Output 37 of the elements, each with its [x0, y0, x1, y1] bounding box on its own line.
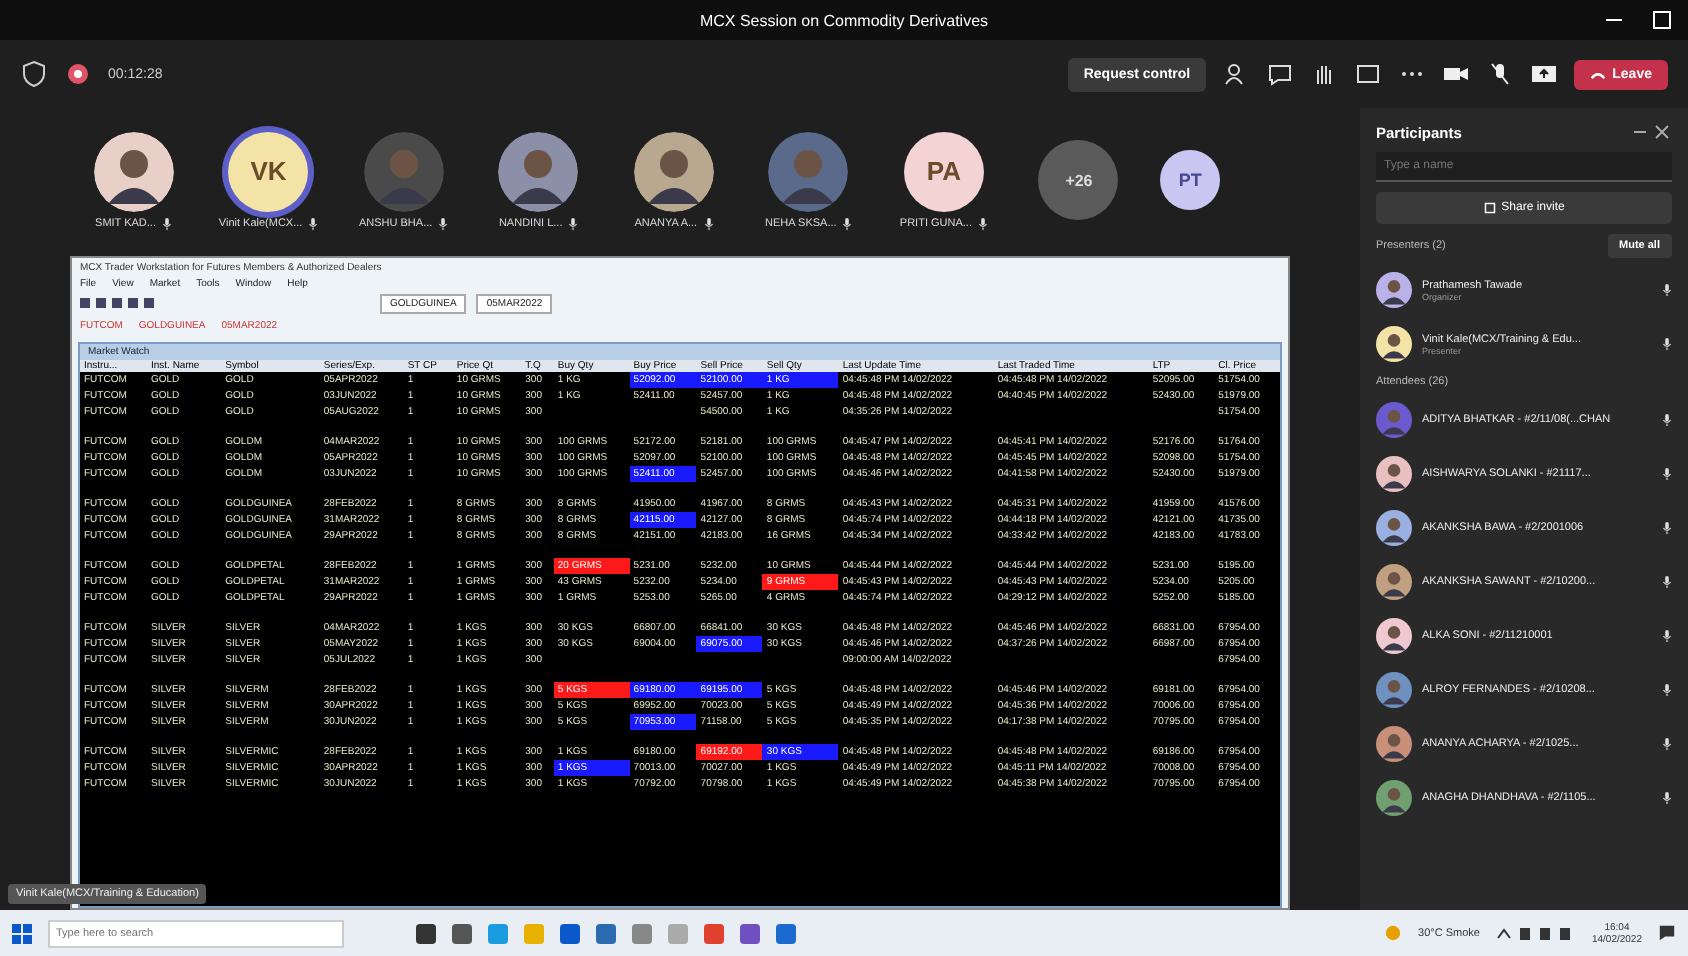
mic-icon — [568, 217, 579, 229]
notification-icon[interactable] — [1658, 924, 1676, 942]
mic-icon — [1662, 630, 1672, 642]
mic-icon — [308, 217, 319, 229]
mic-icon — [1662, 468, 1672, 480]
toolbar-drawing — [80, 296, 160, 312]
maximize-icon[interactable] — [1648, 6, 1676, 34]
start-icon[interactable] — [12, 923, 32, 943]
window-title: MCX Session on Commodity Derivatives — [699, 11, 989, 29]
rooms-icon[interactable] — [1354, 60, 1383, 88]
recording-icon — [64, 60, 92, 88]
avatar: PA — [903, 131, 984, 211]
mic-icon — [1662, 684, 1672, 696]
mic-icon — [703, 217, 714, 229]
mic-icon — [842, 217, 853, 229]
mic-icon — [1662, 738, 1672, 750]
mic-icon — [1662, 284, 1672, 296]
mic-icon — [438, 217, 449, 229]
mic-icon — [977, 217, 988, 229]
avatar: VK — [228, 131, 309, 211]
mic-off-icon[interactable] — [1486, 60, 1515, 88]
tray-icons-drawing — [1495, 925, 1576, 941]
weather-icon — [1384, 924, 1403, 942]
link-icon — [1483, 202, 1496, 214]
mic-icon — [1662, 414, 1672, 426]
chat-icon[interactable] — [1266, 60, 1295, 88]
mic-icon — [1662, 792, 1672, 804]
mic-icon — [1662, 576, 1672, 588]
more-participants-button[interactable]: +26 — [1038, 140, 1119, 220]
share-icon[interactable] — [1530, 60, 1559, 88]
close-icon[interactable] — [1632, 124, 1672, 140]
phone-icon — [1590, 69, 1607, 79]
mic-icon — [162, 217, 172, 229]
mic-icon — [1662, 338, 1672, 350]
shield-icon — [20, 60, 48, 88]
avatar: PT — [1160, 150, 1220, 210]
mic-icon — [1662, 522, 1672, 534]
